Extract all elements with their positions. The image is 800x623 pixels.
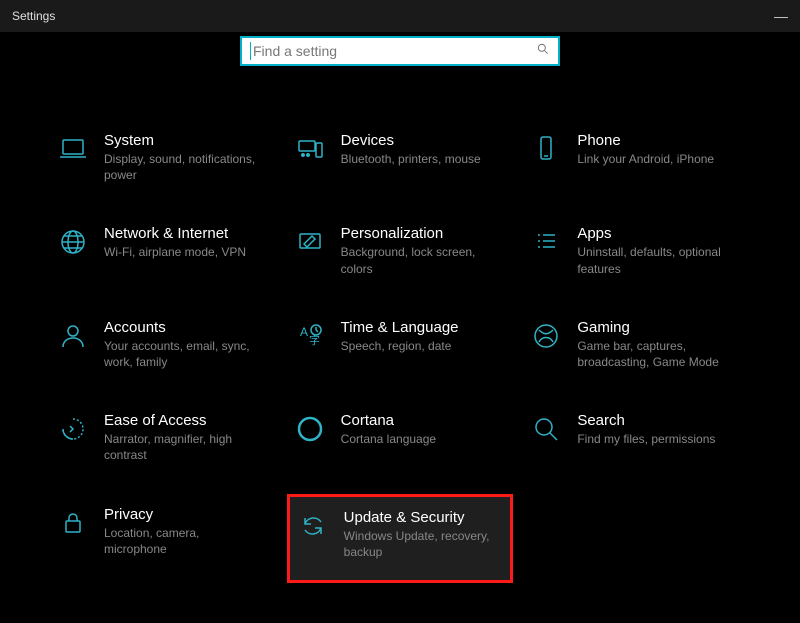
time-language-icon: A字 [293,319,327,353]
lock-icon [56,506,90,540]
tile-search[interactable]: Search Find my files, permissions [523,406,750,469]
apps-list-icon [529,225,563,259]
tile-title: System [104,132,264,149]
tile-time-language[interactable]: A字 Time & Language Speech, region, date [287,313,514,376]
cortana-icon [293,412,327,446]
tile-desc: Speech, region, date [341,338,459,354]
tile-desc: Narrator, magnifier, high contrast [104,431,264,463]
tile-title: Apps [577,225,737,242]
tile-accounts[interactable]: Accounts Your accounts, email, sync, wor… [50,313,277,376]
tile-ease-of-access[interactable]: Ease of Access Narrator, magnifier, high… [50,406,277,469]
magnifier-icon [529,412,563,446]
tile-title: Ease of Access [104,412,264,429]
update-sync-icon [296,509,330,543]
tile-personalization[interactable]: Personalization Background, lock screen,… [287,219,514,282]
search-box[interactable] [240,36,560,66]
tile-network[interactable]: Network & Internet Wi-Fi, airplane mode,… [50,219,277,282]
tile-desc: Game bar, captures, broadcasting, Game M… [577,338,737,370]
search-icon [536,42,550,61]
tile-title: Accounts [104,319,264,336]
xbox-icon [529,319,563,353]
tile-title: Privacy [104,506,264,523]
tile-privacy[interactable]: Privacy Location, camera, microphone [50,500,277,583]
tile-desc: Wi-Fi, airplane mode, VPN [104,244,246,260]
tile-title: Cortana [341,412,436,429]
minimize-button[interactable]: — [774,8,788,24]
window-title: Settings [12,9,55,23]
tile-desc: Your accounts, email, sync, work, family [104,338,264,370]
person-icon [56,319,90,353]
phone-icon [529,132,563,166]
tile-apps[interactable]: Apps Uninstall, defaults, optional featu… [523,219,750,282]
tile-title: Search [577,412,715,429]
devices-icon [293,132,327,166]
ease-of-access-icon [56,412,90,446]
globe-icon [56,225,90,259]
tile-title: Network & Internet [104,225,246,242]
laptop-icon [56,132,90,166]
tile-desc: Uninstall, defaults, optional features [577,244,737,276]
tile-title: Personalization [341,225,501,242]
empty-cell [523,500,750,583]
tile-desc: Find my files, permissions [577,431,715,447]
tile-title: Update & Security [344,509,504,526]
tile-title: Time & Language [341,319,459,336]
settings-grid: System Display, sound, notifications, po… [0,66,800,583]
tile-update-security[interactable]: Update & Security Windows Update, recove… [287,494,514,583]
svg-text:A: A [300,325,308,339]
search-container [0,36,800,66]
tile-desc: Link your Android, iPhone [577,151,714,167]
tile-desc: Display, sound, notifications, power [104,151,264,183]
text-caret [250,42,251,60]
tile-system[interactable]: System Display, sound, notifications, po… [50,126,277,189]
tile-phone[interactable]: Phone Link your Android, iPhone [523,126,750,189]
search-input[interactable] [253,43,536,59]
paintbrush-icon [293,225,327,259]
tile-gaming[interactable]: Gaming Game bar, captures, broadcasting,… [523,313,750,376]
tile-desc: Bluetooth, printers, mouse [341,151,481,167]
tile-desc: Cortana language [341,431,436,447]
tile-desc: Windows Update, recovery, backup [344,528,504,560]
tile-title: Gaming [577,319,737,336]
tile-devices[interactable]: Devices Bluetooth, printers, mouse [287,126,514,189]
tile-cortana[interactable]: Cortana Cortana language [287,406,514,469]
tile-title: Devices [341,132,481,149]
tile-desc: Background, lock screen, colors [341,244,501,276]
tile-title: Phone [577,132,714,149]
titlebar: Settings — [0,0,800,32]
tile-desc: Location, camera, microphone [104,525,264,557]
